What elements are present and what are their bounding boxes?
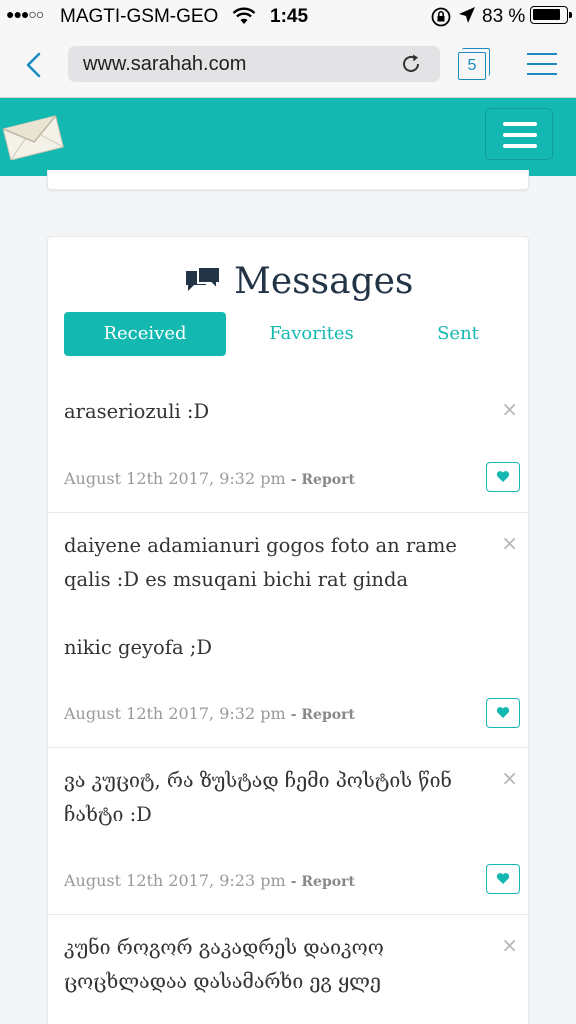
report-link[interactable]: - Report — [291, 874, 355, 890]
message-meta: August 12th 2017, 9:32 pm - Report — [64, 704, 355, 723]
messages-header: Messages — [48, 259, 528, 309]
heart-icon — [496, 873, 510, 884]
envelope-logo-icon[interactable] — [2, 114, 64, 161]
tab-favorites[interactable]: Favorites — [234, 312, 389, 356]
rotation-lock-icon — [430, 6, 452, 34]
message-text: araseriozuli :D — [64, 400, 210, 423]
heart-icon — [496, 471, 510, 482]
message-date: August 12th 2017, 9:32 pm — [64, 704, 286, 723]
heart-icon — [496, 707, 510, 718]
message-tabs: Received Favorites Sent — [64, 312, 514, 356]
message-item: daiyene adamianuri gogos foto an rame qa… — [48, 513, 528, 748]
page-title: Messages — [234, 261, 414, 302]
status-bar: ●●●○○ MAGTI-GSM-GEO 1:45 83 % — [0, 0, 576, 36]
delete-message-icon[interactable]: × — [501, 766, 518, 790]
carrier-name: MAGTI-GSM-GEO — [60, 6, 219, 27]
message-meta: August 12th 2017, 9:32 pm - Report — [64, 469, 355, 488]
tab-sent[interactable]: Sent — [414, 312, 502, 356]
delete-message-icon[interactable]: × — [501, 397, 518, 421]
site-menu-button[interactable] — [485, 108, 553, 160]
reload-icon[interactable] — [400, 53, 422, 75]
tab-count: 5 — [458, 52, 486, 80]
messages-card: Messages Received Favorites Sent araseri… — [47, 236, 529, 1024]
message-meta: August 12th 2017, 9:23 pm - Report — [64, 871, 355, 890]
signal-strength-icon: ●●●○○ — [6, 6, 44, 22]
location-arrow-icon — [458, 6, 476, 30]
message-date: August 12th 2017, 9:32 pm — [64, 469, 286, 488]
tab-received[interactable]: Received — [64, 312, 226, 356]
favorite-button[interactable] — [486, 462, 520, 492]
url-text: www.sarahah.com — [83, 53, 247, 75]
favorite-button[interactable] — [486, 698, 520, 728]
battery-percentage: 83 % — [482, 6, 526, 27]
message-item: კუნი როგორ გაკადრეს დაიკოო ცოცხლადაა დას… — [48, 915, 528, 1024]
message-text: კუნი როგორ გაკადრეს დაიკოო ცოცხლადაა დას… — [64, 936, 384, 993]
message-text: daiyene adamianuri gogos foto an rame qa… — [64, 534, 457, 659]
message-item: ვა კუციტ, რა ზუსტად ჩემი პოსტის წინ ჩახტ… — [48, 748, 528, 915]
battery-icon — [530, 6, 572, 24]
site-header — [0, 98, 576, 176]
message-date: August 12th 2017, 9:23 pm — [64, 871, 286, 890]
delete-message-icon[interactable]: × — [501, 531, 518, 555]
delete-message-icon[interactable]: × — [501, 933, 518, 957]
clock: 1:45 — [270, 6, 309, 27]
message-item: araseriozuli :D × August 12th 2017, 9:32… — [48, 357, 528, 513]
address-bar[interactable]: www.sarahah.com — [68, 46, 440, 82]
chat-bubbles-icon — [184, 265, 222, 299]
back-arrow-icon[interactable] — [20, 50, 50, 80]
wifi-icon — [232, 6, 256, 32]
browser-toolbar: www.sarahah.com 5 — [0, 36, 576, 98]
browser-menu-icon[interactable] — [527, 53, 557, 75]
favorite-button[interactable] — [486, 864, 520, 894]
report-link[interactable]: - Report — [291, 472, 355, 488]
previous-card-bottom — [47, 170, 529, 190]
tabs-button[interactable]: 5 — [458, 48, 490, 82]
message-text: ვა კუციტ, რა ზუსტად ჩემი პოსტის წინ ჩახტ… — [64, 769, 452, 826]
report-link[interactable]: - Report — [291, 707, 355, 723]
